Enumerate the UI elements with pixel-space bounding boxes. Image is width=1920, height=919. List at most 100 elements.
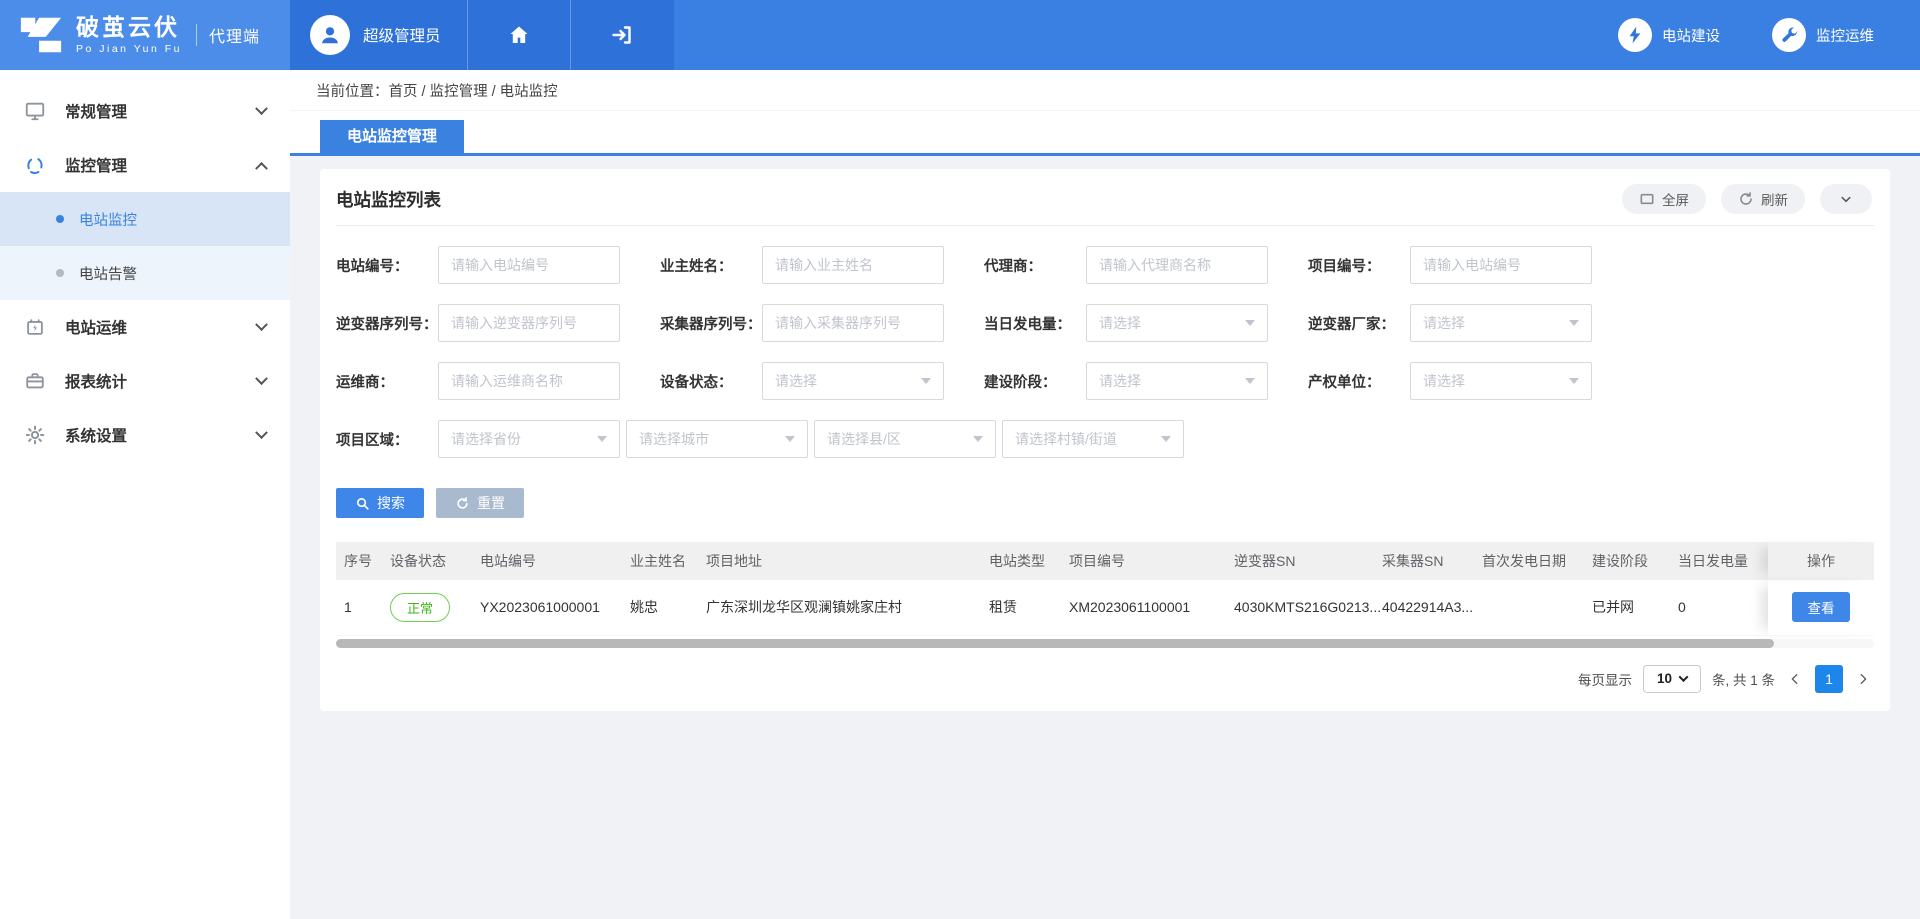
cell-collector-sn: 40422914A3... (1374, 580, 1474, 635)
owner-name-input[interactable] (762, 246, 944, 284)
sidebar-item-station-monitor[interactable]: 电站监控 (0, 192, 290, 246)
user-profile[interactable]: 超级管理员 (290, 0, 467, 70)
nav-monitor-ops[interactable]: 监控运维 (1772, 18, 1874, 52)
home-button[interactable] (467, 0, 570, 70)
device-status-label: 设备状态： (660, 371, 762, 392)
ops-provider-label: 运维商： (336, 371, 438, 392)
avatar-person-icon (317, 22, 343, 48)
total-count-label: 条, 共 1 条 (1712, 669, 1775, 689)
fullscreen-button[interactable]: 全屏 (1622, 184, 1706, 214)
gear-icon (24, 424, 46, 446)
cell-index: 1 (336, 580, 382, 635)
logout-button[interactable] (570, 0, 674, 70)
chevron-down-icon (255, 426, 268, 439)
refresh-button[interactable]: 刷新 (1721, 184, 1805, 214)
brand-name: 破茧云伏 (76, 15, 182, 40)
chevron-down-icon (1839, 192, 1853, 206)
inverter-sn-label: 逆变器序列号： (336, 313, 438, 334)
col-owner: 业主姓名 (622, 542, 698, 580)
cell-daily-power: 0 (1670, 580, 1768, 635)
select-caret-icon (785, 436, 795, 442)
sidebar-submenu-monitoring: 电站监控 电站告警 (0, 192, 290, 300)
village-select[interactable]: 请选择村镇/街道 (1002, 420, 1184, 458)
ops-provider-input[interactable] (438, 362, 620, 400)
table-header-row: 序号 设备状态 电站编号 业主姓名 项目地址 电站类型 项目编号 逆变器SN 采… (336, 542, 1874, 580)
scrollbar-thumb[interactable] (336, 639, 1774, 648)
select-caret-icon (1569, 320, 1579, 326)
city-select[interactable]: 请选择城市 (626, 420, 808, 458)
view-button[interactable]: 查看 (1792, 592, 1850, 622)
chevron-left-icon (1788, 672, 1802, 686)
project-no-label: 项目编号： (1308, 255, 1410, 276)
device-status-select[interactable]: 请选择 (762, 362, 944, 400)
nav-station-build[interactable]: 电站建设 (1618, 18, 1720, 52)
sidebar-item-reports[interactable]: 报表统计 (0, 354, 290, 408)
agent-label: 代理商： (984, 255, 1086, 276)
build-stage-label: 建设阶段： (984, 371, 1086, 392)
property-unit-select[interactable]: 请选择 (1410, 362, 1592, 400)
col-station-no: 电站编号 (472, 542, 622, 580)
network-icon (24, 154, 46, 176)
avatar (310, 15, 350, 55)
col-daily-power: 当日发电量 (1670, 542, 1768, 580)
horizontal-scrollbar[interactable] (336, 639, 1874, 648)
sidebar-item-station-ops[interactable]: 电站运维 (0, 300, 290, 354)
divider (196, 24, 197, 46)
col-index: 序号 (336, 542, 382, 580)
cell-inverter-sn: 4030KMTS216G0213... (1226, 580, 1374, 635)
inverter-sn-input[interactable] (438, 304, 620, 342)
chevron-up-icon (255, 161, 268, 174)
sidebar-item-general[interactable]: 常规管理 (0, 84, 290, 138)
search-icon (355, 496, 370, 511)
build-stage-select[interactable]: 请选择 (1086, 362, 1268, 400)
bullet-dot-icon (56, 269, 64, 277)
search-button[interactable]: 搜索 (336, 488, 424, 518)
chevron-right-icon (1856, 672, 1870, 686)
panel-toolbar: 全屏 刷新 (1622, 184, 1872, 214)
per-page-select[interactable]: 10 (1643, 665, 1701, 693)
col-inverter-sn: 逆变器SN (1226, 542, 1374, 580)
province-select[interactable]: 请选择省份 (438, 420, 620, 458)
wrench-icon (1780, 26, 1799, 45)
station-no-label: 电站编号： (336, 255, 438, 276)
reset-icon (455, 496, 470, 511)
col-action: 操作 (1768, 542, 1874, 580)
collapse-button[interactable] (1820, 184, 1872, 214)
collector-sn-input[interactable] (762, 304, 944, 342)
inverter-brand-select[interactable]: 请选择 (1410, 304, 1592, 342)
sidebar-item-monitoring[interactable]: 监控管理 (0, 138, 290, 192)
monitor-icon (24, 100, 46, 122)
select-caret-icon (597, 436, 607, 442)
cell-project-no: XM2023061100001 (1061, 580, 1226, 635)
reset-button[interactable]: 重置 (436, 488, 524, 518)
col-device-status: 设备状态 (382, 542, 472, 580)
daily-power-select[interactable]: 请选择 (1086, 304, 1268, 342)
user-block: 超级管理员 (290, 0, 674, 70)
cell-device-status: 正常 (382, 580, 472, 635)
select-caret-icon (973, 436, 983, 442)
logout-icon (610, 23, 634, 47)
sidebar: 常规管理 监控管理 电站监控 电站告警 (0, 70, 290, 919)
station-no-input[interactable] (438, 246, 620, 284)
sidebar-item-settings[interactable]: 系统设置 (0, 408, 290, 462)
select-caret-icon (921, 378, 931, 384)
inverter-brand-label: 逆变器厂家： (1308, 313, 1410, 334)
briefcase-icon (24, 370, 46, 392)
brand-logo: 破茧云伏 Po Jian Yun Fu 代理端 (0, 0, 290, 70)
prev-page-button[interactable] (1786, 672, 1804, 686)
next-page-button[interactable] (1854, 672, 1872, 686)
chevron-down-icon (255, 102, 268, 115)
sidebar-item-station-alarm[interactable]: 电站告警 (0, 246, 290, 300)
col-address: 项目地址 (698, 542, 981, 580)
col-first-power-date: 首次发电日期 (1474, 542, 1584, 580)
fullscreen-icon (1639, 191, 1655, 207)
page-1-button[interactable]: 1 (1815, 665, 1843, 693)
collector-sn-label: 采集器序列号： (660, 313, 762, 334)
cell-station-type: 租赁 (981, 580, 1061, 635)
project-no-input[interactable] (1410, 246, 1592, 284)
col-build-stage: 建设阶段 (1584, 542, 1670, 580)
agent-input[interactable] (1086, 246, 1268, 284)
battery-icon (24, 316, 46, 338)
district-select[interactable]: 请选择县/区 (814, 420, 996, 458)
tab-station-monitor-mgmt[interactable]: 电站监控管理 (320, 120, 464, 153)
